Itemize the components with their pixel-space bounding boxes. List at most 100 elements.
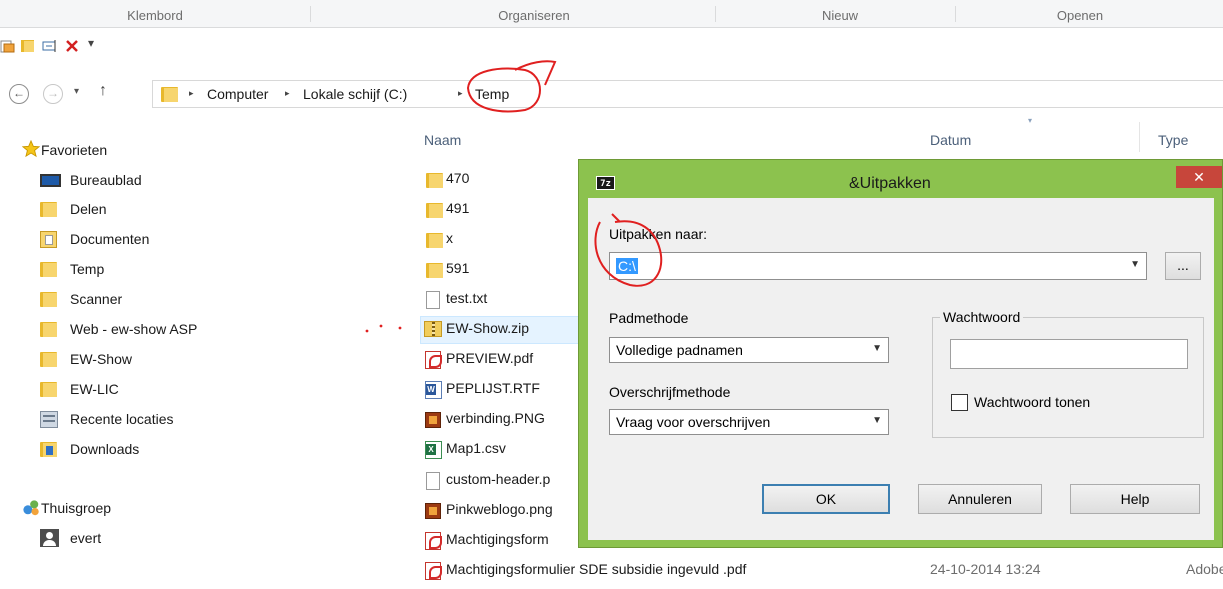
file-name: verbinding.PNG — [446, 410, 545, 426]
pdf-file-icon — [425, 532, 442, 550]
file-date: 24-10-2014 13:24 — [930, 561, 1041, 577]
path-mode-label: Padmethode — [609, 310, 689, 326]
show-password-label: Wachtwoord tonen — [974, 394, 1091, 410]
properties-icon[interactable] — [0, 38, 16, 54]
delete-icon[interactable] — [64, 38, 80, 54]
user-icon — [40, 529, 59, 547]
file-name: Pinkweblogo.png — [446, 501, 553, 517]
cancel-button[interactable]: Annuleren — [918, 484, 1042, 514]
ribbon-group-organiseren: Organiseren — [498, 8, 570, 23]
nav-item-delen[interactable]: Delen — [0, 199, 380, 221]
dialog-title-bar[interactable]: 7z &Uitpakken ✕ — [579, 160, 1222, 198]
ok-button[interactable]: OK — [762, 484, 890, 514]
file-row-machtigingsformulier-sde[interactable]: Machtigingsformulier SDE subsidie ingevu… — [420, 557, 1223, 585]
nav-homegroup-label: Thuisgroep — [41, 500, 112, 516]
overwrite-mode-select[interactable]: Vraag voor overschrijven ▼ — [609, 409, 889, 435]
nav-item-label: EW-Show — [70, 351, 132, 367]
nav-item-ew-lic[interactable]: EW-LIC — [0, 379, 380, 401]
breadcrumb-computer[interactable]: Computer — [207, 86, 268, 102]
text-file-icon — [426, 291, 440, 309]
folder-icon — [40, 262, 57, 277]
nav-item-label: EW-LIC — [70, 381, 119, 397]
nav-item-bureaublad[interactable]: Bureaublad — [0, 170, 380, 192]
file-name: Machtigingsformulier SDE subsidie ingevu… — [446, 561, 747, 577]
nav-item-evert[interactable]: evert — [0, 528, 380, 550]
desktop-icon — [40, 174, 61, 187]
customize-chevron-icon[interactable]: ▾ — [88, 36, 104, 52]
nav-item-temp[interactable]: Temp — [0, 259, 380, 281]
excel-file-icon — [425, 441, 442, 459]
nav-item-label: Web - ew-show ASP — [70, 321, 198, 337]
file-name: EW-Show.zip — [446, 320, 529, 336]
file-name: 491 — [446, 200, 470, 216]
new-folder-icon[interactable] — [20, 38, 36, 54]
downloads-folder-icon — [40, 442, 57, 457]
up-button[interactable]: ↑ — [99, 82, 107, 100]
extract-to-path-text: C:\ — [616, 258, 638, 274]
file-type: Adobe A — [1186, 561, 1223, 577]
zip-file-icon — [424, 321, 442, 337]
nav-item-label: evert — [70, 530, 102, 546]
text-file-icon — [426, 472, 440, 490]
column-divider[interactable] — [1139, 122, 1140, 152]
sort-indicator-icon: ▾ — [1028, 116, 1033, 125]
file-name: PREVIEW.pdf — [446, 350, 534, 366]
nav-item-label: Temp — [70, 261, 105, 277]
breadcrumb-local-disk[interactable]: Lokale schijf (C:) — [303, 86, 407, 102]
file-name: 470 — [446, 170, 470, 186]
ribbon-group-bar: Klembord Organiseren Nieuw Openen — [0, 0, 1223, 28]
column-header-date[interactable]: Datum — [930, 132, 971, 148]
7zip-app-icon[interactable]: 7z — [596, 176, 615, 190]
extract-dialog: 7z &Uitpakken ✕ Uitpakken naar: C:\ ▼ ..… — [578, 159, 1223, 548]
chevron-down-icon[interactable]: ▼ — [872, 343, 882, 354]
overwrite-mode-value: Vraag voor overschrijven — [616, 414, 771, 430]
breadcrumb-temp[interactable]: Temp — [475, 86, 509, 102]
password-input[interactable] — [950, 339, 1188, 369]
folder-icon — [161, 87, 178, 102]
back-button[interactable]: ← — [9, 84, 29, 104]
nav-item-downloads[interactable]: Downloads — [0, 439, 380, 461]
homegroup-icon — [23, 500, 39, 516]
address-bar[interactable]: ▸ Computer ▸ Lokale schijf (C:) ▸ Temp — [152, 80, 1223, 108]
nav-item-ew-show[interactable]: EW-Show — [0, 349, 380, 371]
annotation-dot — [379, 324, 383, 328]
nav-favorites[interactable]: Favorieten — [0, 140, 380, 162]
chevron-down-icon[interactable]: ▼ — [1130, 259, 1140, 270]
rename-icon[interactable] — [42, 38, 58, 54]
file-name: 591 — [446, 260, 470, 276]
nav-item-scanner[interactable]: Scanner — [0, 289, 380, 311]
folder-icon — [426, 173, 443, 188]
word-file-icon — [425, 381, 442, 399]
ribbon-group-openen: Openen — [1056, 8, 1104, 23]
chevron-down-icon[interactable]: ▼ — [872, 415, 882, 426]
nav-item-documenten[interactable]: Documenten — [0, 229, 380, 251]
help-button[interactable]: Help — [1070, 484, 1200, 514]
password-group — [932, 317, 1204, 438]
path-mode-value: Volledige padnamen — [616, 342, 743, 358]
nav-item-web-ew-show-asp[interactable]: Web - ew-show ASP — [0, 319, 380, 341]
show-password-checkbox[interactable] — [951, 394, 968, 411]
forward-button[interactable]: → — [43, 84, 63, 104]
dialog-close-button[interactable]: ✕ — [1176, 166, 1222, 188]
breadcrumb-arrow-icon[interactable]: ▸ — [458, 88, 463, 99]
file-name: Machtigingsform — [446, 531, 549, 547]
breadcrumb-arrow-icon[interactable]: ▸ — [285, 88, 290, 99]
nav-homegroup[interactable]: Thuisgroep — [0, 498, 380, 520]
recent-locations-dropdown[interactable]: ▾ — [74, 86, 79, 97]
extract-to-combobox[interactable]: C:\ ▼ — [609, 252, 1147, 280]
browse-button[interactable]: ... — [1165, 252, 1201, 280]
folder-icon — [40, 382, 57, 397]
extract-to-value[interactable]: C:\ — [616, 258, 638, 274]
nav-item-label: Documenten — [70, 231, 150, 247]
column-header-name[interactable]: Naam — [424, 132, 461, 148]
image-file-icon — [425, 412, 441, 428]
nav-item-label: Downloads — [70, 441, 140, 457]
extract-to-label: Uitpakken naar: — [609, 226, 708, 242]
ribbon-group-nieuw: Nieuw — [821, 8, 859, 23]
ribbon-separator — [310, 6, 311, 22]
column-header-type[interactable]: Type — [1158, 132, 1188, 148]
breadcrumb-arrow-icon[interactable]: ▸ — [189, 88, 194, 99]
path-mode-select[interactable]: Volledige padnamen ▼ — [609, 337, 889, 363]
nav-item-recente-locaties[interactable]: Recente locaties — [0, 409, 380, 431]
folder-icon — [40, 352, 57, 367]
